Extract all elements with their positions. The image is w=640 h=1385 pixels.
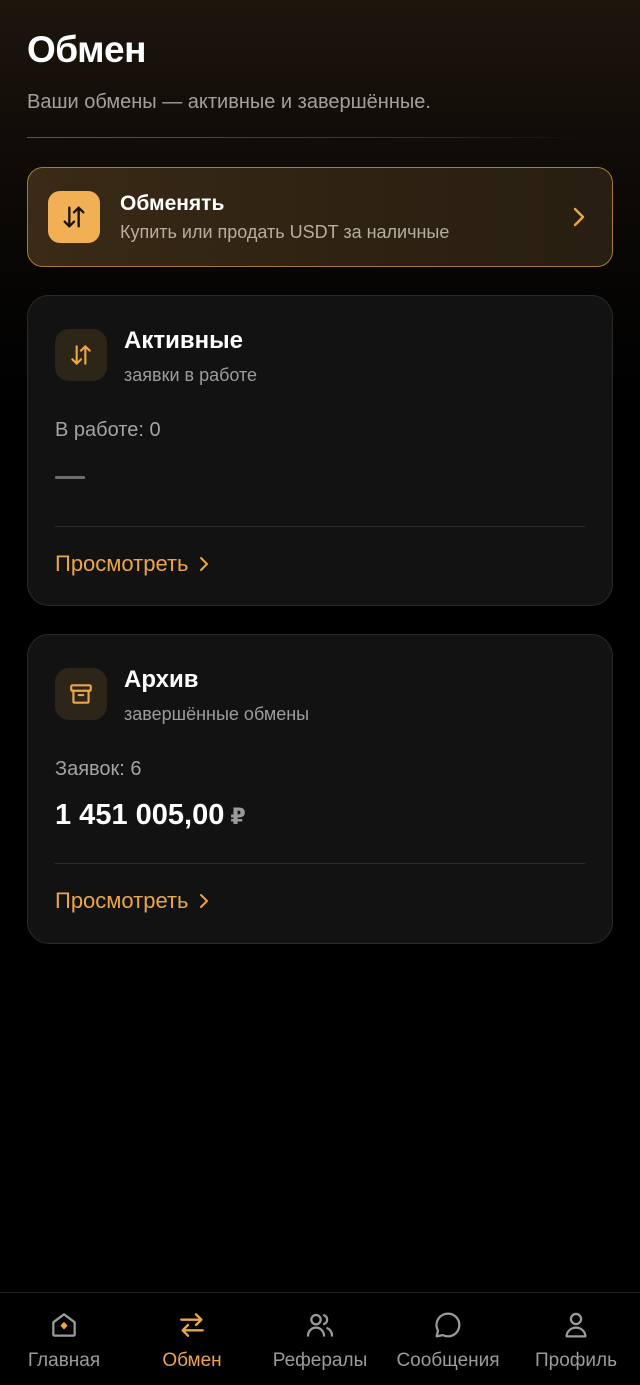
exchange-page: Обмен Ваши обмены — активные и завершённ… <box>0 0 640 1385</box>
archive-total-amount: 1 451 005,00 ₽ <box>55 797 246 835</box>
tab-messages[interactable]: Сообщения <box>384 1293 512 1385</box>
active-card-subtitle: заявки в работе <box>124 365 258 385</box>
tab-referrals[interactable]: Рефералы <box>256 1293 384 1385</box>
new-exchange-button[interactable]: Обменять Купить или продать USDT за нали… <box>27 167 613 267</box>
archive-box-icon <box>55 668 107 720</box>
new-exchange-text: Обменять Купить или продать USDT за нали… <box>120 191 449 243</box>
swap-arrows-icon <box>55 329 107 381</box>
tab-home-label: Главная <box>27 1350 101 1371</box>
swap-arrows-icon <box>48 191 100 243</box>
chat-bubble-icon <box>432 1307 464 1343</box>
page-title: Обмен <box>27 29 146 70</box>
view-active-link[interactable]: Просмотреть <box>55 550 209 578</box>
user-icon <box>560 1307 592 1343</box>
tab-messages-label: Сообщения <box>396 1350 500 1371</box>
archive-card: Архив завершённые обмены Заявок: 6 1 451… <box>27 634 613 944</box>
tab-profile[interactable]: Профиль <box>512 1293 640 1385</box>
active-exchanges-card: Активные заявки в работе В работе: 0 Про… <box>27 295 613 606</box>
new-exchange-title: Обменять <box>120 192 225 215</box>
active-card-title: Активные <box>124 327 243 354</box>
view-archive-label: Просмотреть <box>55 888 189 913</box>
card-divider <box>55 863 585 864</box>
page-header: Обмен Ваши обмены — активные и завершённ… <box>27 28 613 115</box>
home-icon <box>48 1307 80 1343</box>
archive-count: Заявок: 6 <box>55 758 142 780</box>
active-count: В работе: 0 <box>55 419 161 441</box>
exchange-arrows-icon <box>176 1307 208 1343</box>
amount-value: 1 451 005,00 <box>55 799 225 831</box>
new-exchange-subtitle: Купить или продать USDT за наличные <box>120 222 450 242</box>
archive-card-title: Архив <box>124 666 199 693</box>
header-divider <box>27 137 587 138</box>
bottom-tab-bar: Главная Обмен Рефералы Сообщения Профиль <box>0 1292 640 1385</box>
tab-home[interactable]: Главная <box>0 1293 128 1385</box>
empty-amount-dash <box>55 476 85 479</box>
tab-referrals-label: Рефералы <box>272 1350 368 1371</box>
currency-symbol: ₽ <box>230 804 246 829</box>
archive-card-subtitle: завершённые обмены <box>124 704 310 724</box>
view-archive-link[interactable]: Просмотреть <box>55 887 209 915</box>
card-divider <box>55 526 585 527</box>
view-active-label: Просмотреть <box>55 551 189 576</box>
page-subtitle: Ваши обмены — активные и завершённые. <box>27 91 431 113</box>
tab-exchange[interactable]: Обмен <box>128 1293 256 1385</box>
users-icon <box>304 1307 336 1343</box>
tab-exchange-label: Обмен <box>162 1350 222 1371</box>
tab-profile-label: Профиль <box>534 1350 618 1371</box>
chevron-right-icon <box>199 557 208 571</box>
chevron-right-icon <box>199 894 208 908</box>
chevron-right-icon <box>572 206 586 233</box>
